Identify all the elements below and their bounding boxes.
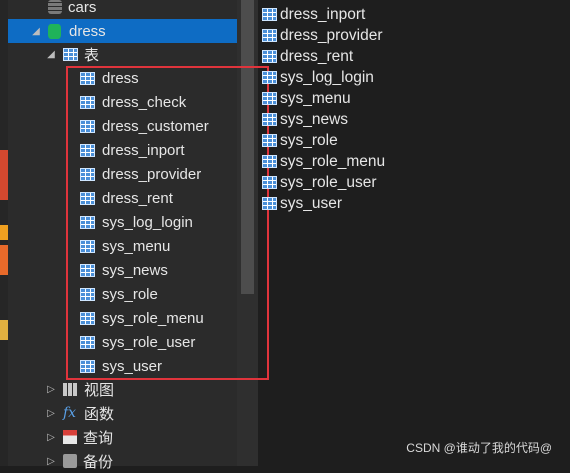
fx-icon: fx [63, 405, 77, 421]
tree-item-label: 查询 [83, 429, 114, 447]
database-stack-icon [48, 0, 62, 14]
chevron-right-icon[interactable]: ▷ [45, 408, 57, 419]
tree-item-dress-database[interactable]: ◢ dress [30, 19, 106, 43]
table-icon [262, 50, 277, 63]
object-list-item[interactable]: sys_role_user [262, 172, 377, 193]
object-list-item[interactable]: sys_news [262, 109, 348, 130]
left-edge-strip [0, 0, 8, 466]
table-icon [63, 47, 78, 61]
chevron-right-icon[interactable]: ▷ [45, 432, 57, 443]
view-icon [63, 382, 78, 396]
object-list-item[interactable]: sys_log_login [262, 67, 374, 88]
table-icon [262, 155, 277, 168]
object-list-item[interactable]: sys_role [262, 130, 338, 151]
tree-item-label: 表 [84, 46, 100, 64]
chevron-right-icon[interactable]: ▷ [45, 384, 57, 395]
table-icon [262, 71, 277, 84]
table-icon [262, 134, 277, 147]
table-icon [262, 113, 277, 126]
tree-item-label: 函数 [84, 405, 115, 423]
table-icon [262, 92, 277, 105]
chevron-down-icon[interactable]: ◢ [45, 49, 57, 60]
tree-item-functions-folder[interactable]: ▷ fx 函数 [45, 401, 114, 425]
tree-item-label: 视图 [84, 381, 115, 399]
chevron-right-icon[interactable]: ▷ [45, 456, 57, 467]
table-icon [262, 197, 277, 210]
object-name: sys_role_menu [280, 152, 386, 170]
object-list-item[interactable]: dress_inport [262, 4, 365, 25]
object-name: sys_log_login [280, 68, 374, 86]
object-name: dress_rent [280, 47, 354, 65]
object-name: sys_menu [280, 89, 351, 107]
object-list-item[interactable]: dress_rent [262, 46, 353, 67]
object-name: sys_role_user [280, 173, 377, 191]
object-list-item[interactable]: sys_role_menu [262, 151, 385, 172]
object-name: sys_user [280, 194, 343, 212]
tree-item-backups-folder[interactable]: ▷ 备份 [45, 449, 113, 473]
database-icon [48, 23, 61, 39]
tree-item-label: dress [69, 22, 106, 40]
tree-item-label: 备份 [83, 453, 114, 471]
chevron-down-icon[interactable]: ◢ [30, 26, 42, 37]
object-name: dress_inport [280, 5, 366, 23]
annotation-highlight-box [66, 66, 269, 380]
tree-item-label: cars [68, 0, 97, 16]
tree-item-views-folder[interactable]: ▷ 视图 [45, 377, 114, 401]
object-name: dress_provider [280, 26, 383, 44]
table-icon [262, 8, 277, 21]
object-name: sys_news [280, 110, 349, 128]
tree-item-tables-folder[interactable]: ◢ 表 [45, 42, 99, 66]
table-icon [262, 176, 277, 189]
query-icon [63, 430, 77, 444]
table-icon [262, 29, 277, 42]
object-name: sys_role [280, 131, 338, 149]
object-list-item[interactable]: sys_user [262, 193, 342, 214]
object-list-item[interactable]: sys_menu [262, 88, 351, 109]
tree-item-cars[interactable]: cars [48, 0, 96, 19]
csdn-watermark: CSDN @谁动了我的代码@ [406, 441, 552, 455]
object-list-item[interactable]: dress_provider [262, 25, 383, 46]
tree-item-queries-folder[interactable]: ▷ 查询 [45, 425, 113, 449]
